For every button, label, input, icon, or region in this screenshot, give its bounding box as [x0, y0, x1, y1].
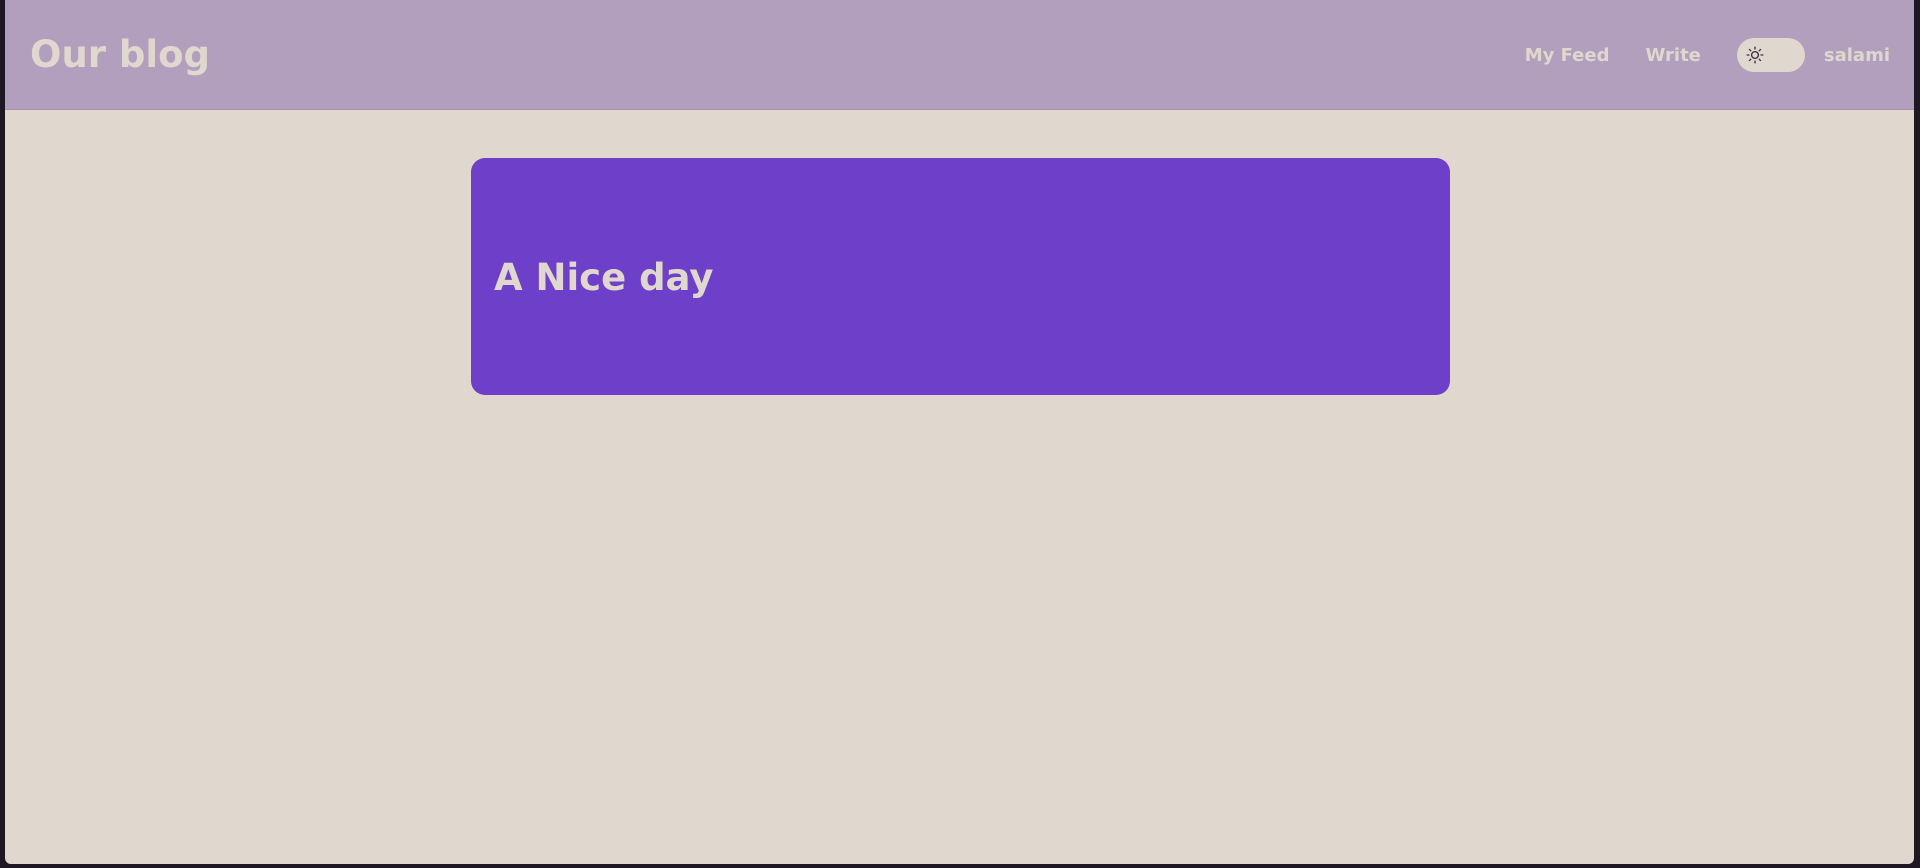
my-feed-link[interactable]: My Feed [1525, 45, 1610, 66]
write-link[interactable]: Write [1645, 45, 1700, 66]
sun-icon [1746, 46, 1764, 64]
user-menu-link[interactable]: salami [1824, 45, 1890, 66]
main-nav: My Feed Write salami [1525, 0, 1890, 110]
post-title: A Nice day [494, 256, 714, 299]
post-card[interactable]: A Nice day [471, 158, 1450, 395]
theme-toggle[interactable] [1736, 38, 1805, 72]
site-title[interactable]: Our blog [30, 30, 210, 80]
app-window: Our blog My Feed Write salami A Nice day [5, 0, 1914, 864]
main-content: A Nice day [5, 110, 1914, 864]
site-header: Our blog My Feed Write salami [5, 0, 1914, 110]
